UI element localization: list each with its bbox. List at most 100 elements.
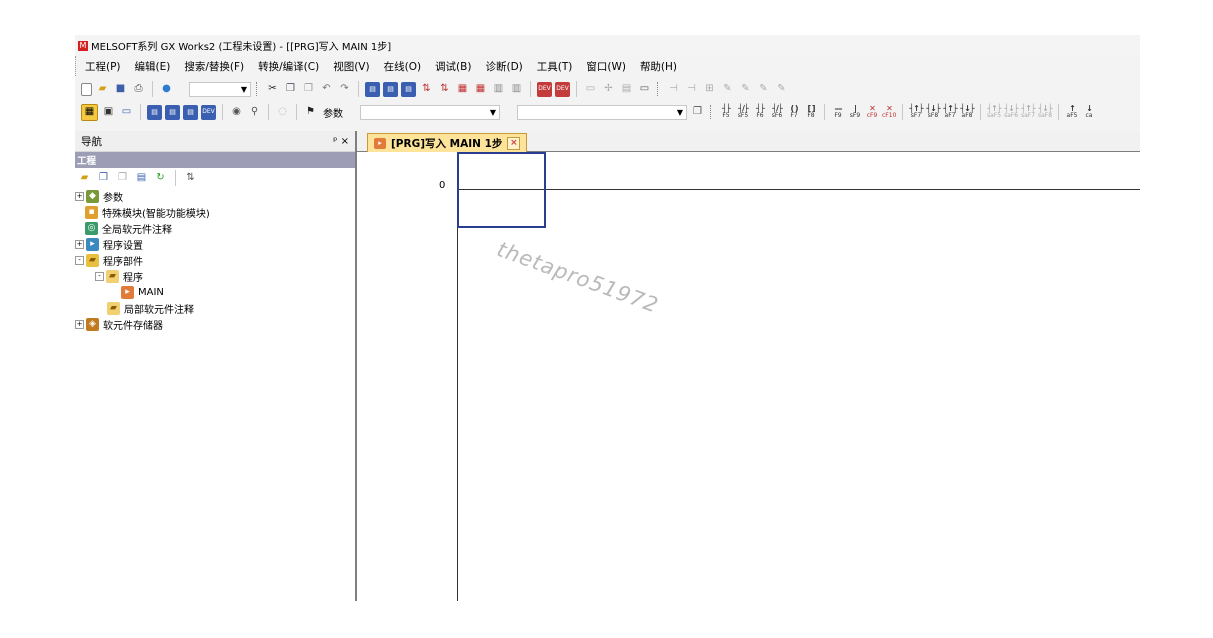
contact-orb-sf6[interactable]: ┤/├ sF6 — [770, 104, 784, 120]
sort-icon[interactable]: ⇅ — [183, 171, 198, 186]
monitor-write-icon[interactable]: ▤ — [401, 81, 416, 97]
tree-node-parameter[interactable]: + ◆ 参数 — [75, 188, 123, 204]
paste-data-icon[interactable]: ❐ — [115, 171, 130, 186]
cut-icon[interactable]: ✂ — [265, 82, 280, 97]
ladder-edit-icon[interactable]: ✎ — [756, 82, 771, 97]
rising-or-af7[interactable]: ┤↑├ aF7 — [943, 104, 957, 120]
tree-node-device-memory[interactable]: + ◈ 软元件存储器 — [75, 316, 163, 332]
open-icon[interactable]: ▰ — [95, 82, 110, 97]
device-batch-icon[interactable]: ▥ — [491, 82, 506, 97]
read-plc-icon[interactable]: ⇅ — [419, 82, 434, 97]
redo-icon[interactable]: ↷ — [337, 82, 352, 97]
ladder-mode-icon-2[interactable]: ✎ — [774, 82, 789, 97]
copy-icon[interactable]: ❐ — [283, 82, 298, 97]
delete-vline-cf10[interactable]: ✕ cF10 — [882, 104, 896, 120]
write-plc-icon[interactable]: ⇅ — [437, 82, 452, 97]
monitor-mode-icon[interactable]: ▤ — [383, 81, 398, 97]
tree-node-main[interactable]: ▸ MAIN — [121, 284, 164, 300]
ladder-delete-icon[interactable]: ⊣ — [684, 82, 699, 97]
menu-convert-compile[interactable]: 转换/编译(C) — [251, 59, 326, 74]
verify-icon[interactable]: ▦ — [455, 82, 470, 97]
menu-debug[interactable]: 调试(B) — [428, 59, 478, 74]
menu-edit[interactable]: 编辑(E) — [128, 59, 178, 74]
help-icon[interactable]: ● — [159, 82, 174, 97]
copy-data-icon[interactable]: ❐ — [96, 171, 111, 186]
menu-online[interactable]: 在线(O) — [377, 59, 428, 74]
operation-result-af5[interactable]: ↑ aF5 — [1065, 104, 1079, 120]
document-icon[interactable]: ❐ — [690, 105, 705, 120]
collapse-icon[interactable]: - — [95, 271, 104, 281]
tree-node-intelligent-module[interactable]: ▪ 特殊模块(智能功能模块) — [85, 204, 210, 220]
operation-result-caf[interactable]: ↓ ca — [1082, 104, 1096, 120]
pin-close-icon[interactable]: ᵖ × — [333, 136, 349, 147]
ladder-cursor[interactable] — [457, 152, 546, 228]
tree-node-program[interactable]: - ▰ 程序 — [95, 268, 143, 284]
expand-icon[interactable]: + — [75, 191, 84, 201]
expand-icon[interactable]: + — [75, 319, 84, 329]
remote-op-icon[interactable]: ▦ — [473, 82, 488, 97]
pulse-sf7-disabled[interactable]: ┤↑├ saF7 — [1021, 104, 1036, 120]
parameter-icon[interactable]: ▣ — [101, 105, 116, 120]
watch-icon[interactable]: ◉ — [229, 105, 244, 120]
find-icon[interactable]: ⚑ — [303, 105, 318, 120]
ladder-comment-icon[interactable]: ✎ — [720, 82, 735, 97]
tab-prg-main[interactable]: ▸ [PRG]写入 MAIN 1步 × — [367, 133, 528, 152]
expand-icon[interactable]: + — [75, 239, 84, 249]
toolbar-combo-1[interactable]: ▼ — [189, 81, 251, 97]
rising-pulse-sf7[interactable]: ┤↑├ sF7 — [909, 104, 923, 120]
print-icon[interactable]: ⎙ — [131, 82, 146, 97]
contact-nc-sf5[interactable]: ┤/├ sF5 — [736, 104, 750, 120]
plc-dev-icon[interactable]: DEV — [201, 104, 216, 120]
property-icon[interactable]: ▤ — [134, 171, 149, 186]
menu-view[interactable]: 视图(V) — [326, 59, 376, 74]
tree-node-global-comment[interactable]: ◎ 全局软元件注释 — [85, 220, 172, 236]
pulse-sf8-disabled[interactable]: ┤↓├ saF8 — [1038, 104, 1053, 120]
help-circle-icon[interactable]: ◌ — [275, 105, 290, 120]
window-icon[interactable]: ▭ — [637, 82, 652, 97]
ladder-insert-icon[interactable]: ⊣ — [666, 82, 681, 97]
pulse-sf6-disabled[interactable]: ┤↓├ saF6 — [1004, 104, 1019, 120]
pulse-sf5-disabled[interactable]: ┤↑├ saF5 — [987, 104, 1002, 120]
hline-f9[interactable]: — F9 — [831, 104, 845, 120]
menu-tools[interactable]: 工具(T) — [530, 59, 580, 74]
falling-or-af8[interactable]: ┤↓├ aF8 — [960, 104, 974, 120]
menu-project[interactable]: 工程(P) — [76, 59, 128, 74]
ladder-mode-icon[interactable]: ▤ — [365, 81, 380, 97]
ladder-canvas[interactable]: 0 thetapro51972 — [357, 152, 1140, 601]
new-data-icon[interactable]: ▰ — [77, 171, 92, 186]
device-list-icon[interactable]: ▤ — [619, 82, 634, 97]
navigation-icon[interactable]: ▦ — [81, 103, 98, 121]
menu-diagnostics[interactable]: 诊断(D) — [478, 59, 529, 74]
instruction-f8[interactable]: [ ] F8 — [804, 104, 818, 120]
close-icon[interactable]: × — [507, 136, 521, 150]
vline-sf9[interactable]: | sF9 — [848, 104, 862, 120]
coil-f7[interactable]: ( ) F7 — [787, 104, 801, 120]
plc-verify-icon[interactable]: ▤ — [183, 104, 198, 120]
dev-test-icon[interactable]: DEV — [537, 81, 552, 97]
paste-icon[interactable]: ❐ — [301, 82, 316, 97]
ladder-note-icon[interactable]: ✎ — [738, 82, 753, 97]
list-icon[interactable]: ▭ — [583, 82, 598, 97]
cross-ref-icon[interactable]: ✢ — [601, 82, 616, 97]
menu-window[interactable]: 窗口(W) — [579, 59, 633, 74]
new-icon[interactable] — [81, 82, 92, 96]
undo-icon[interactable]: ↶ — [319, 82, 334, 97]
plc-write-icon[interactable]: ▤ — [165, 104, 180, 120]
refresh-icon[interactable]: ↻ — [153, 171, 168, 186]
device-monitor-icon[interactable]: ▥ — [509, 82, 524, 97]
collapse-icon[interactable]: - — [75, 255, 84, 265]
dev-start-icon[interactable]: DEV — [555, 81, 570, 97]
menu-help[interactable]: 帮助(H) — [633, 59, 684, 74]
menu-find-replace[interactable]: 搜索/替换(F) — [177, 59, 251, 74]
tree-node-program-setting[interactable]: + ▸ 程序设置 — [75, 236, 143, 252]
save-icon[interactable]: ■ — [113, 82, 128, 97]
display-icon[interactable]: ▭ — [119, 105, 134, 120]
contact-no-f5[interactable]: ┤├ F5 — [719, 104, 733, 120]
device-value-combo[interactable]: ▼ — [517, 104, 687, 120]
device-combo[interactable]: ▼ — [360, 104, 500, 120]
tree-node-local-comment[interactable]: ▰ 局部软元件注释 — [107, 300, 194, 316]
delete-hline-cf9[interactable]: ✕ cF9 — [865, 104, 879, 120]
falling-pulse-sf8[interactable]: ┤↓├ sF8 — [926, 104, 940, 120]
tree-node-pou[interactable]: - ▰ 程序部件 — [75, 252, 143, 268]
plc-read-icon[interactable]: ▤ — [147, 104, 162, 120]
